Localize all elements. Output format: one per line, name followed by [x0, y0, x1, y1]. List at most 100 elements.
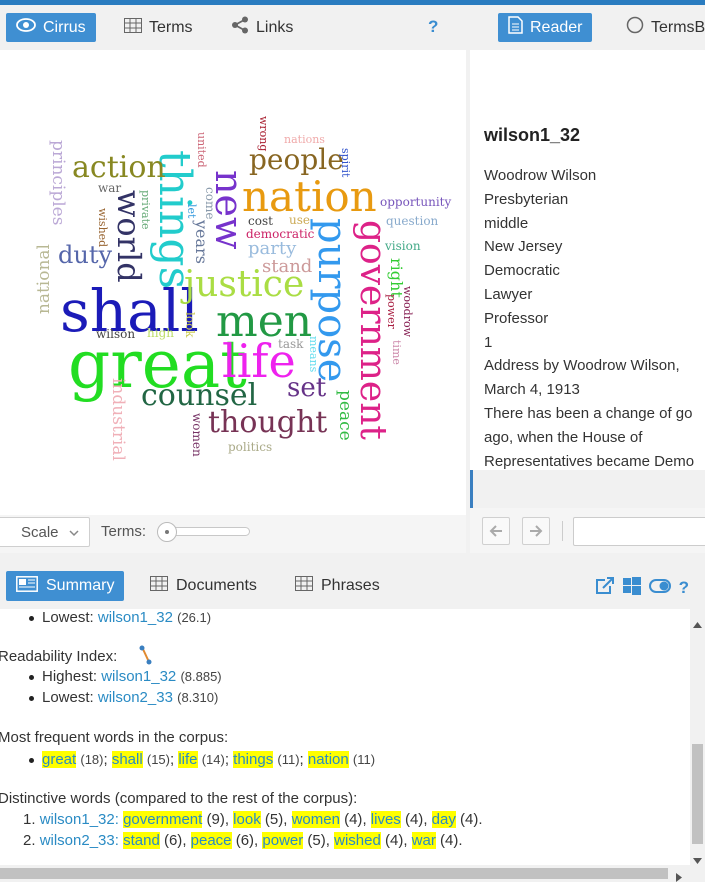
doc-link[interactable]: wilson1_32: [101, 668, 176, 685]
cloud-word[interactable]: war: [98, 182, 121, 194]
cloud-word[interactable]: stand: [262, 258, 312, 276]
scrollbar-thumb[interactable]: [0, 868, 668, 879]
tab-links[interactable]: Links: [221, 13, 303, 42]
distinctive-word[interactable]: power: [262, 832, 304, 849]
doc-link[interactable]: wilson2_33: [98, 689, 173, 706]
distinctive-word[interactable]: lives: [370, 811, 401, 828]
cloud-word[interactable]: united: [195, 132, 208, 168]
bullet: [29, 696, 34, 701]
cloud-word[interactable]: women: [190, 413, 204, 457]
arrow-right-icon[interactable]: [522, 517, 550, 545]
cloud-word[interactable]: wilson: [96, 328, 135, 340]
summary-horizontal-scrollbar[interactable]: [0, 865, 705, 882]
distinctive-word[interactable]: stand: [123, 832, 160, 849]
cloud-word[interactable]: high: [147, 327, 174, 339]
reader-line: Woodrow Wilson: [484, 167, 597, 184]
cloud-word[interactable]: nations: [284, 134, 325, 145]
cloud-word[interactable]: years: [192, 220, 211, 264]
cloud-word[interactable]: principles: [48, 140, 68, 225]
distinctive-word[interactable]: day: [431, 811, 456, 828]
cloud-word[interactable]: power: [385, 294, 398, 329]
frequent-word[interactable]: shall: [111, 751, 143, 768]
cloud-word[interactable]: peace: [335, 390, 355, 441]
distinctive-row: 2. wilson2_33: stand (6), peace (6), pow…: [23, 832, 463, 849]
tab-summary-label: Summary: [46, 577, 115, 594]
frequent-words-line: great (18); shall (15); life (14); thing…: [42, 751, 376, 768]
pin-icon[interactable]: [139, 645, 153, 669]
cloud-word[interactable]: woodrow: [401, 286, 414, 337]
tab-summary[interactable]: Summary: [6, 571, 125, 601]
distinctive-word[interactable]: peace: [190, 832, 232, 849]
word-count: (6): [235, 832, 255, 849]
circle-icon: [626, 16, 644, 39]
tab-termsberry-label: TermsB: [651, 18, 705, 36]
word-count: (4): [440, 832, 459, 849]
reader-document-strip[interactable]: [470, 470, 705, 508]
cloud-word[interactable]: nation: [242, 176, 377, 218]
scale-dropdown[interactable]: Scale: [0, 517, 90, 547]
cloud-word[interactable]: come: [203, 187, 217, 219]
doc-link[interactable]: wilson1_32: [40, 811, 115, 828]
toggle-icon[interactable]: [648, 579, 671, 597]
terms-slider-handle[interactable]: [157, 522, 177, 542]
help-icon[interactable]: ?: [428, 17, 438, 37]
cloud-word[interactable]: vision: [385, 240, 421, 252]
cloud-word[interactable]: democratic: [246, 228, 314, 240]
distinctive-row: 1. wilson1_32: government (9), look (5),…: [23, 811, 483, 828]
reader-line: Professor: [484, 309, 549, 327]
export-icon[interactable]: [595, 577, 615, 599]
cloud-word[interactable]: private: [139, 190, 152, 230]
doc-link[interactable]: wilson1_32: [98, 609, 173, 626]
cloud-word[interactable]: task: [278, 338, 303, 350]
cloud-word[interactable]: action: [72, 153, 166, 183]
cloud-word[interactable]: look: [183, 312, 197, 338]
doc-link[interactable]: wilson2_33: [40, 832, 115, 849]
help-icon[interactable]: ?: [679, 578, 689, 598]
cloud-word[interactable]: cost: [248, 215, 273, 227]
distinctive-word[interactable]: war: [411, 832, 436, 849]
cloud-word[interactable]: national: [34, 244, 54, 314]
cloud-word[interactable]: opportunity: [380, 196, 451, 208]
cloud-word[interactable]: politics: [228, 441, 272, 453]
distinctive-word[interactable]: wished: [334, 832, 381, 849]
reader-line: Democratic: [484, 262, 560, 280]
cloud-word[interactable]: wrong: [257, 116, 270, 151]
distinctive-word[interactable]: look: [233, 811, 261, 828]
cloud-word[interactable]: thought: [208, 408, 327, 438]
distinctive-word[interactable]: women: [291, 811, 340, 828]
cloud-word[interactable]: wished: [96, 208, 109, 247]
frequent-word[interactable]: things: [233, 751, 274, 768]
arrow-left-icon[interactable]: [482, 517, 510, 545]
scrollbar-thumb[interactable]: [692, 744, 703, 844]
tab-terms[interactable]: Terms: [114, 13, 203, 42]
frequent-word[interactable]: nation: [307, 751, 349, 768]
word-count: (5): [307, 832, 326, 849]
cloud-word[interactable]: question: [386, 215, 438, 227]
cloud-word[interactable]: time: [390, 340, 403, 365]
cloud-word[interactable]: means: [307, 336, 320, 372]
cirrus-footer: Scale Terms:: [0, 515, 466, 553]
windows-icon[interactable]: [622, 577, 641, 599]
tab-termsberry[interactable]: TermsB: [616, 13, 705, 42]
table-icon: [295, 576, 313, 596]
summary-vertical-scrollbar[interactable]: [690, 609, 705, 865]
reader-line: New Jersey: [484, 238, 563, 256]
distinctive-word[interactable]: government: [123, 811, 203, 828]
frequent-word[interactable]: great: [42, 751, 77, 768]
reader-search-input[interactable]: [573, 517, 705, 546]
cloud-word[interactable]: industrial: [108, 378, 128, 461]
tab-cirrus[interactable]: Cirrus: [6, 13, 96, 42]
cloud-word[interactable]: spirit: [339, 148, 352, 177]
scroll-up-icon[interactable]: [693, 615, 702, 632]
cloud-word[interactable]: let: [185, 204, 198, 218]
horizontal-splitter[interactable]: [0, 553, 705, 561]
scale-label: Scale: [21, 523, 59, 541]
tab-reader[interactable]: Reader: [498, 13, 593, 42]
frequent-words-heading: Most frequent words in the corpus:: [0, 729, 229, 746]
cloud-word[interactable]: set: [287, 375, 326, 401]
cloud-word[interactable]: use: [289, 214, 310, 226]
frequent-word[interactable]: life: [178, 751, 198, 768]
tab-documents[interactable]: Documents: [140, 571, 267, 601]
tab-phrases[interactable]: Phrases: [285, 571, 390, 601]
readability-heading: Readability Index:: [0, 648, 117, 665]
